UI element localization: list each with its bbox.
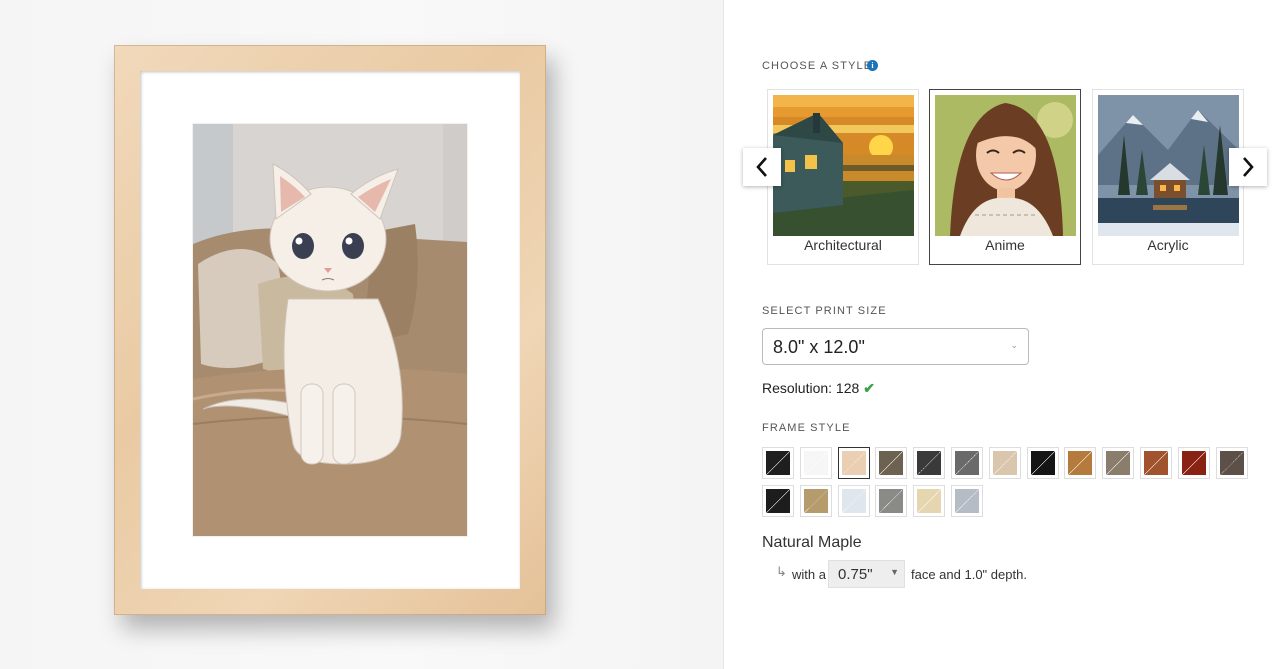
style-label: Architectural [804,237,882,253]
chevron-down-icon: ⌄ [1010,340,1018,350]
swatch-color [917,451,942,475]
check-icon: ✔ [863,380,876,396]
resolution-text: Resolution: 128 [762,380,860,396]
chevron-left-icon [756,157,767,177]
frame-swatch-natural-maple[interactable] [837,447,870,479]
frame-swatch-white-wash[interactable] [837,485,870,517]
architectural-thumbnail [773,95,914,236]
frame-style-label: FRAME STYLE [762,422,851,434]
chevron-right-icon [1243,157,1254,177]
style-label: Anime [985,237,1025,253]
triangle-down-icon: ▼ [890,567,899,577]
anime-thumbnail [935,95,1076,236]
swatch-color [879,451,904,475]
print-size-value: 8.0" x 12.0" [773,337,865,357]
frame-swatch-driftwood[interactable] [875,485,908,517]
carousel-next-button[interactable] [1229,148,1267,186]
frame-swatch-light-oak[interactable] [988,447,1021,479]
frame-swatch-silver[interactable] [951,485,983,517]
swatch-color [879,489,904,513]
swatch-color [766,451,790,475]
depth-prefix: with a [792,567,826,582]
acrylic-thumbnail [1098,95,1239,236]
choose-style-label: CHOOSE A STYLE [762,60,873,72]
framed-print-preview [114,45,546,615]
panel-divider [723,0,724,669]
frame-swatch-black-grain[interactable] [762,485,794,517]
face-width-value: 0.75" [838,566,873,583]
swatch-color [803,489,828,513]
style-card-acrylic[interactable]: Acrylic [1092,89,1244,265]
swatch-color [955,489,979,513]
swatch-color [1068,451,1093,475]
style-card-architectural[interactable]: Architectural [767,89,919,265]
swatch-color [1181,451,1206,475]
swatch-color [1106,451,1131,475]
artwork-image [193,124,467,536]
style-card-anime[interactable]: Anime [929,89,1081,265]
frame-swatch-golden-oak[interactable] [1064,447,1097,479]
swatch-color [917,489,942,513]
frame-swatch-charcoal[interactable] [913,447,946,479]
frame-swatch-white[interactable] [799,447,832,479]
frame-swatch-walnut[interactable] [875,447,908,479]
carousel-prev-button[interactable] [743,148,781,186]
swatch-color [841,489,866,513]
swatch-color [766,489,790,513]
face-width-select[interactable]: 0.75" ▼ [828,560,905,588]
swatch-color [803,451,828,475]
style-label: Acrylic [1147,237,1189,253]
frame-swatch-layered-wood[interactable] [1102,447,1135,479]
swatch-color [841,451,866,475]
print-size-label: SELECT PRINT SIZE [762,305,887,317]
frame-swatch-black[interactable] [762,447,794,479]
swatch-color [1219,451,1244,475]
info-icon[interactable]: i [867,60,878,71]
frame-preview-panel [0,0,723,669]
frame-swatch-cherry[interactable] [1177,447,1210,479]
resolution-status: Resolution: 128 ✔ [762,380,875,397]
frame-swatch-natural-oak[interactable] [799,485,832,517]
print-size-select[interactable]: 8.0" x 12.0" ⌄ [762,328,1029,365]
frame-swatch-espresso[interactable] [1215,447,1248,479]
frame-swatch-gray-wood[interactable] [951,447,983,479]
swatch-color [955,451,979,475]
selected-frame-name: Natural Maple [762,534,862,551]
swatch-color [1030,451,1055,475]
depth-suffix: face and 1.0" depth. [911,567,1027,582]
frame-swatch-mahogany[interactable] [1140,447,1172,479]
frame-swatch-light-ash[interactable] [913,485,946,517]
swatch-color [1144,451,1168,475]
return-arrow-icon: ↳ [776,564,787,579]
swatch-color [992,451,1017,475]
frame-swatch-black-gold[interactable] [1026,447,1059,479]
